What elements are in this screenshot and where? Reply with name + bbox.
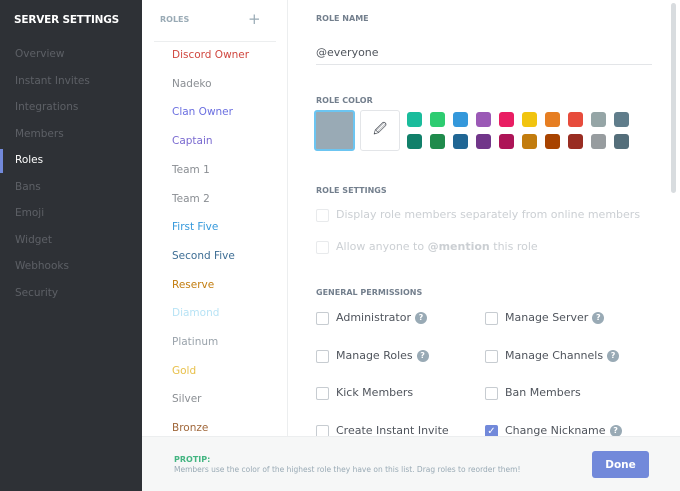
settings-sidebar: SERVER SETTINGS Overview Instant Invites I… (0, 0, 142, 491)
permission-name: Administrator (336, 311, 411, 324)
permission-name: Kick Members (336, 386, 414, 400)
roles-list-panel: ROLES + Discord Owner Nadeko Clan Owner Cap… (142, 0, 288, 436)
manage-channels-checkbox[interactable] (485, 349, 498, 363)
role-item[interactable]: Diamond (172, 307, 219, 319)
role-item[interactable]: Team 1 (172, 164, 210, 176)
permission-name: Ban Members (505, 386, 581, 400)
color-swatch[interactable] (545, 134, 560, 149)
sidebar-item-instant-invites[interactable]: Instant Invites (15, 75, 90, 91)
role-name-input[interactable] (316, 40, 652, 65)
display-separately-label: Display role members separately from onl… (336, 208, 641, 221)
role-item[interactable]: First Five (172, 221, 218, 233)
sidebar-item-overview[interactable]: Overview (15, 48, 64, 64)
sidebar-item-emoji[interactable]: Emoji (15, 207, 44, 223)
color-swatch[interactable] (499, 134, 514, 149)
sidebar-item-bans[interactable]: Bans (15, 181, 41, 197)
manage-server-label: Manage Server? (505, 311, 605, 324)
color-swatch[interactable] (591, 112, 606, 127)
role-item[interactable]: Team 2 (172, 193, 210, 205)
allow-mention-label: Allow anyone to @mention this role (336, 240, 538, 253)
color-swatch[interactable] (545, 112, 560, 127)
color-swatch[interactable] (476, 112, 491, 127)
color-swatch[interactable] (614, 112, 629, 127)
administrator-label: Administrator? (336, 311, 427, 324)
color-swatch[interactable] (522, 134, 537, 149)
scrollbar[interactable] (671, 3, 676, 193)
color-swatch[interactable] (453, 112, 468, 127)
role-color-label: ROLE COLOR (316, 96, 373, 105)
role-editor: ROLE NAME ROLE COLOR 🖉 ROLE SETTINGS Dis… (288, 0, 680, 439)
help-icon[interactable]: ? (607, 349, 620, 362)
roles-header: ROLES (160, 15, 190, 24)
role-item[interactable]: Silver (172, 393, 202, 405)
color-swatch[interactable] (430, 112, 445, 127)
color-swatch[interactable] (591, 134, 606, 149)
color-swatch[interactable] (476, 134, 491, 149)
role-settings-label: ROLE SETTINGS (316, 186, 387, 195)
color-swatch[interactable] (568, 134, 583, 149)
role-item[interactable]: Discord Owner (172, 49, 249, 61)
help-icon[interactable]: ? (416, 349, 429, 362)
help-icon[interactable]: ? (415, 312, 427, 324)
role-item[interactable]: Reserve (172, 279, 214, 291)
sidebar-item-widget[interactable]: Widget (15, 234, 52, 250)
role-item[interactable]: Gold (172, 365, 196, 377)
add-role-button[interactable]: + (248, 10, 261, 28)
kick-members-label: Kick Members (336, 386, 413, 399)
mention-text: @mention (427, 240, 490, 253)
role-item[interactable]: Platinum (172, 336, 218, 348)
permission-name: Manage Roles (336, 348, 413, 362)
permission-name: Manage Channels (505, 348, 604, 362)
color-swatch[interactable] (430, 134, 445, 149)
manage-roles-checkbox[interactable] (316, 349, 329, 363)
administrator-checkbox[interactable] (316, 312, 329, 325)
role-item[interactable]: Second Five (172, 250, 235, 262)
role-item[interactable]: Captain (172, 135, 213, 147)
text: this role (489, 240, 538, 253)
role-name-label: ROLE NAME (316, 14, 369, 23)
sidebar-item-security[interactable]: Security (15, 287, 58, 303)
color-swatch[interactable] (499, 112, 514, 127)
color-swatch[interactable] (614, 134, 629, 149)
protip-label: PROTIP: (174, 455, 211, 464)
selected-color-swatch[interactable] (314, 110, 355, 151)
color-swatch[interactable] (568, 112, 583, 127)
permission-name: Manage Server (505, 311, 589, 324)
general-permissions-label: GENERAL PERMISSIONS (316, 288, 423, 297)
manage-roles-label: Manage Roles? (336, 349, 429, 362)
kick-members-checkbox[interactable] (316, 387, 329, 401)
text: Allow anyone to (336, 240, 428, 253)
divider (154, 41, 276, 42)
protip-text: Members use the color of the highest rol… (174, 465, 521, 474)
role-item[interactable]: Clan Owner (172, 106, 233, 118)
ban-members-label: Ban Members (505, 386, 581, 399)
done-button[interactable]: Done (592, 451, 649, 478)
role-item[interactable]: Bronze (172, 422, 208, 434)
manage-server-checkbox[interactable] (485, 312, 498, 325)
display-separately-checkbox[interactable] (316, 209, 329, 222)
color-swatch[interactable] (407, 112, 422, 127)
color-swatch[interactable] (453, 134, 468, 149)
sidebar-item-webhooks[interactable]: Webhooks (15, 260, 69, 276)
ban-members-checkbox[interactable] (485, 387, 498, 401)
footer-bar: PROTIP: Members use the color of the hig… (142, 436, 680, 491)
color-swatch[interactable] (407, 134, 422, 149)
color-swatch[interactable] (522, 112, 537, 127)
sidebar-item-integrations[interactable]: Integrations (15, 101, 78, 117)
sidebar-item-roles[interactable]: Roles (15, 154, 43, 170)
role-item[interactable]: Nadeko (172, 78, 212, 90)
active-indicator (0, 149, 3, 173)
sidebar-item-members[interactable]: Members (15, 128, 64, 144)
manage-channels-label: Manage Channels? (505, 348, 620, 362)
color-picker-button[interactable]: 🖉 (360, 110, 400, 151)
eyedropper-icon: 🖉 (373, 121, 387, 137)
help-icon[interactable]: ? (592, 312, 605, 324)
allow-mention-checkbox[interactable] (316, 241, 329, 254)
sidebar-title: SERVER SETTINGS (14, 14, 120, 26)
